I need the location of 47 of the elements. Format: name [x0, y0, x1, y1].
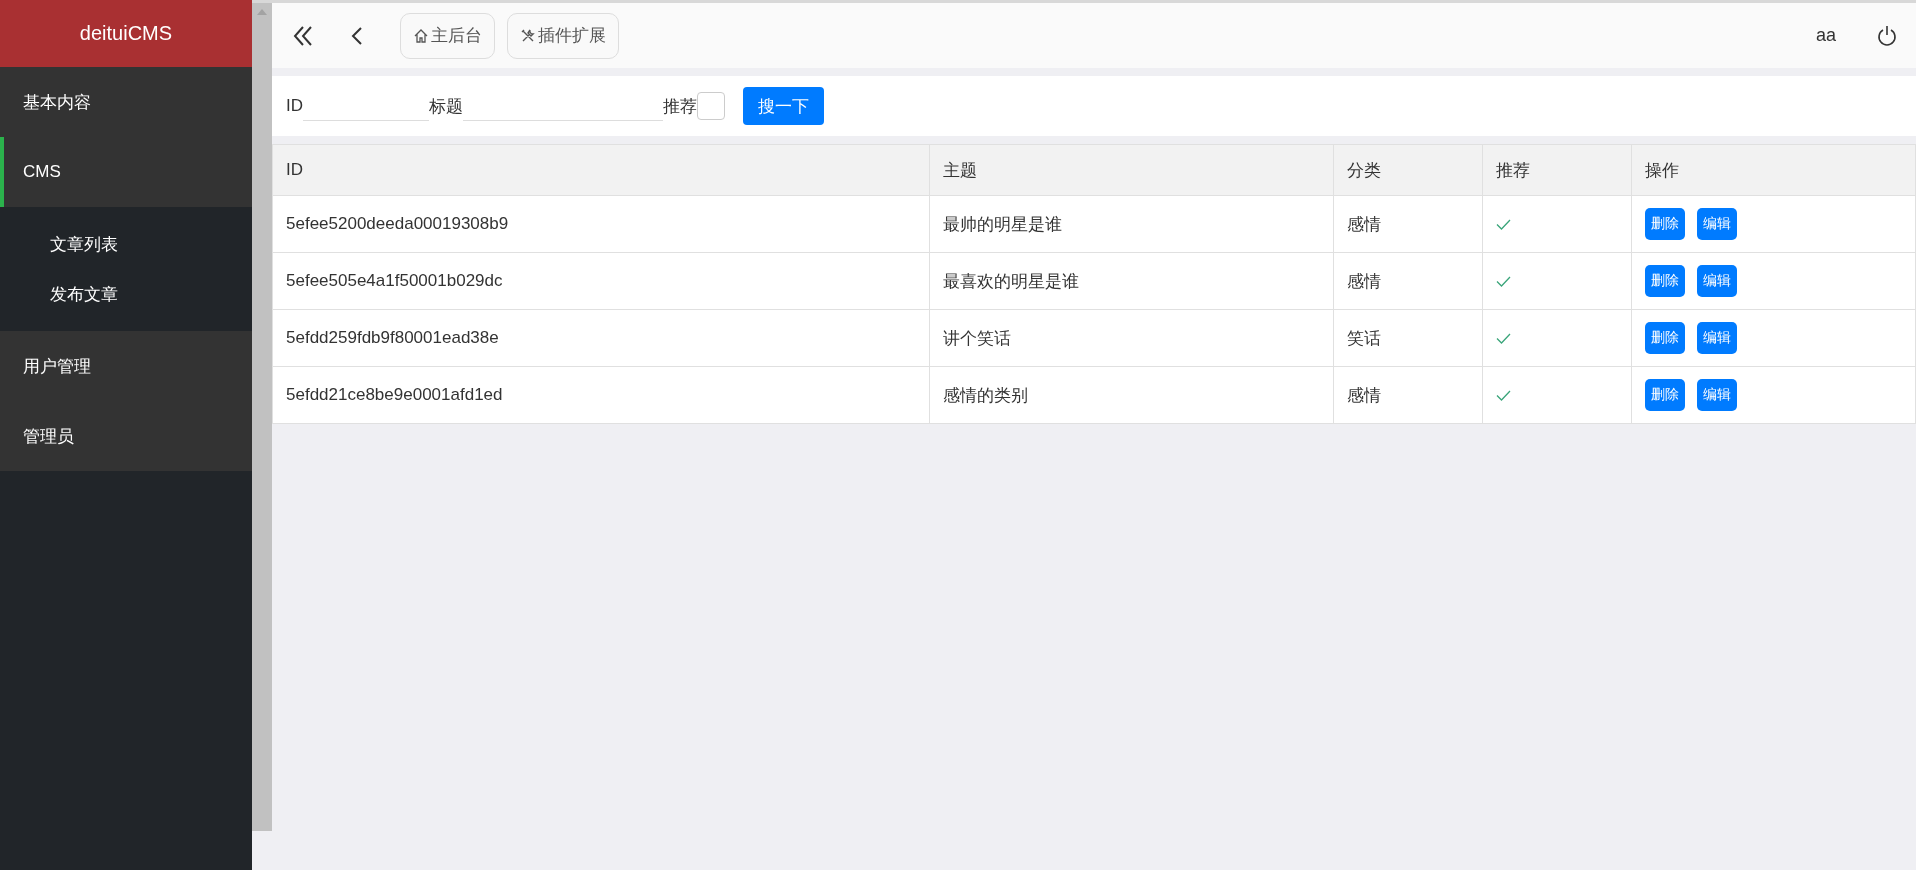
- action-button[interactable]: 编辑: [1697, 208, 1737, 240]
- action-button[interactable]: 删除: [1645, 265, 1685, 297]
- column-header: ID: [272, 144, 930, 196]
- table-cell: 讲个笑话: [929, 309, 1334, 367]
- home-icon: [413, 27, 429, 44]
- table-cell: 最帅的明星是谁: [929, 195, 1334, 253]
- submenu-item[interactable]: 发布文章: [0, 269, 252, 319]
- scrollbar[interactable]: [252, 3, 272, 831]
- user-name[interactable]: aa: [1815, 25, 1836, 46]
- action-button[interactable]: 编辑: [1697, 322, 1737, 354]
- menu-item[interactable]: 基本内容: [0, 67, 252, 137]
- nav-tab[interactable]: 插件扩展: [507, 12, 619, 59]
- action-button[interactable]: 删除: [1645, 379, 1685, 411]
- action-button[interactable]: 删除: [1645, 208, 1685, 240]
- table-cell: 感情: [1333, 195, 1483, 253]
- double-chevron-left-icon[interactable]: [292, 24, 314, 47]
- table-cell: 笑话: [1333, 309, 1483, 367]
- field-label: 标题: [429, 95, 463, 118]
- table-cell: 5efee505e4a1f50001b029dc: [272, 252, 930, 310]
- table-cell: 5efdd259fdb9f80001ead38e: [272, 309, 930, 367]
- recommend-checkbox[interactable]: [697, 92, 725, 120]
- submenu-item[interactable]: 文章列表: [0, 219, 252, 269]
- action-button[interactable]: 编辑: [1697, 379, 1737, 411]
- action-button[interactable]: 编辑: [1697, 265, 1737, 297]
- field-label: 推荐: [663, 95, 697, 118]
- column-header: 推荐: [1482, 144, 1632, 196]
- scroll-up-icon[interactable]: [257, 9, 267, 15]
- table-cell: 感情的类别: [929, 366, 1334, 424]
- menu-item[interactable]: CMS: [0, 137, 252, 207]
- action-button[interactable]: 删除: [1645, 322, 1685, 354]
- table-cell: 5efee5200deeda00019308b9: [272, 195, 930, 253]
- nav-tab[interactable]: 主后台: [400, 12, 495, 59]
- column-header: 主题: [929, 144, 1334, 196]
- column-header: 操作: [1631, 144, 1916, 196]
- brand-title: deituiCMS: [0, 0, 252, 67]
- menu-item[interactable]: 用户管理: [0, 331, 252, 401]
- column-header: 分类: [1333, 144, 1483, 196]
- table-cell: 最喜欢的明星是谁: [929, 252, 1334, 310]
- menu-item[interactable]: 管理员: [0, 401, 252, 471]
- table-cell: 感情: [1333, 366, 1483, 424]
- field-label: ID: [286, 96, 303, 116]
- table-cell: 5efdd21ce8be9e0001afd1ed: [272, 366, 930, 424]
- power-icon[interactable]: [1876, 24, 1898, 47]
- tools-icon: [520, 27, 536, 44]
- table-cell: 感情: [1333, 252, 1483, 310]
- chevron-left-icon[interactable]: [350, 25, 364, 46]
- search-button[interactable]: 搜一下: [743, 87, 824, 125]
